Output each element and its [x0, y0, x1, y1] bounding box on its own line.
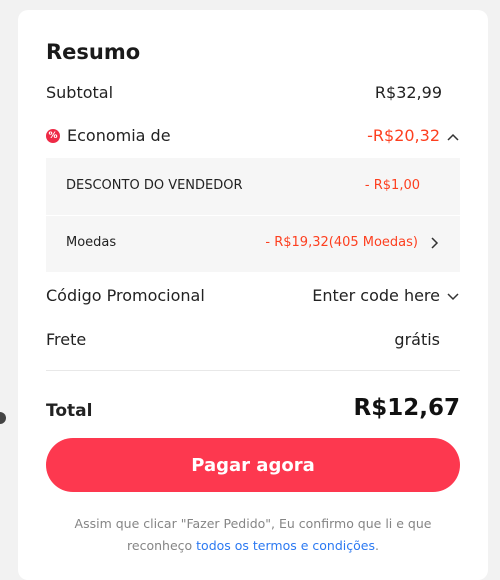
subtotal-label: Subtotal [46, 83, 114, 102]
promo-code-label: Código Promocional [46, 286, 205, 305]
savings-label-group: % Economia de [46, 126, 171, 145]
terms-link[interactable]: todos os termos e condições [196, 538, 375, 553]
savings-row[interactable]: % Economia de -R$20,32 [46, 126, 460, 148]
chevron-right-icon[interactable] [428, 236, 440, 250]
total-label: Total [46, 401, 93, 421]
pay-now-button[interactable]: Pagar agora [46, 438, 460, 492]
subtotal-value: R$32,99 [374, 83, 442, 102]
breakdown-divider [46, 215, 460, 216]
seller-discount-label: DESCONTO DO VENDEDOR [66, 178, 243, 193]
chevron-up-icon[interactable] [446, 130, 460, 144]
shipping-value: grátis [394, 330, 440, 349]
seller-discount-value: - R$1,00 [364, 178, 420, 193]
promo-code-row[interactable]: Código Promocional Enter code here [46, 286, 460, 308]
total-row: Total R$12,67 [46, 395, 460, 427]
summary-title: Resumo [46, 40, 141, 64]
discount-icon: % [46, 128, 60, 143]
shipping-row: Frete grátis [46, 330, 460, 352]
savings-label: Economia de [67, 126, 171, 145]
order-summary-card: Resumo Subtotal R$32,99 % Economia de -R… [18, 10, 488, 580]
coins-value: - R$19,32(405 Moedas) [265, 235, 418, 250]
terms-disclaimer: Assim que clicar "Fazer Pedido", Eu conf… [46, 513, 460, 557]
total-value: R$12,67 [353, 395, 460, 421]
shipping-label: Frete [46, 330, 87, 349]
coins-label: Moedas [66, 235, 117, 250]
edge-handle [0, 412, 6, 424]
chevron-down-icon[interactable] [446, 290, 460, 304]
promo-code-input[interactable]: Enter code here [312, 286, 440, 305]
subtotal-row: Subtotal R$32,99 [46, 83, 460, 105]
savings-breakdown: DESCONTO DO VENDEDOR - R$1,00 Moedas - R… [46, 158, 460, 272]
savings-value: -R$20,32 [367, 126, 440, 145]
total-divider [46, 370, 460, 371]
disclaimer-suffix: . [374, 538, 379, 553]
